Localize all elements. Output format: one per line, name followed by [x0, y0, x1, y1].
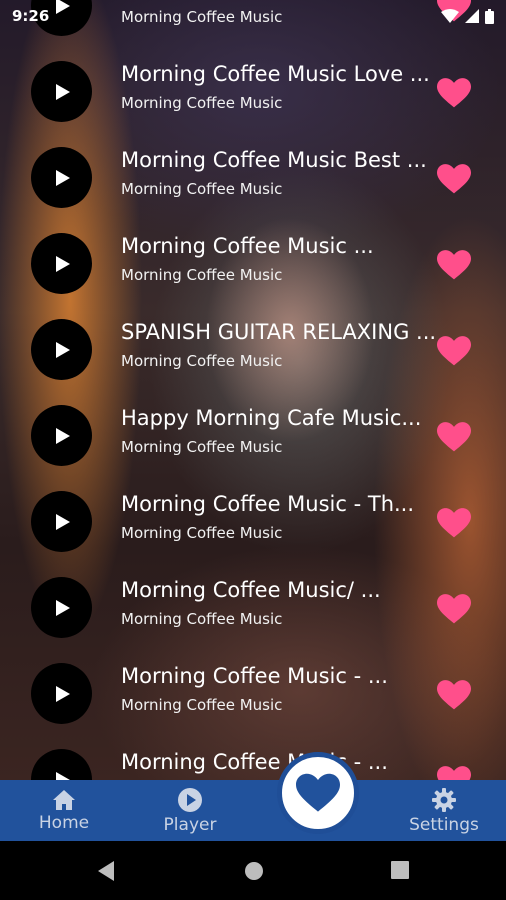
system-navigation-bar	[0, 841, 506, 900]
play-button[interactable]	[31, 491, 92, 552]
play-button[interactable]	[31, 405, 92, 466]
nav-home-label: Home	[38, 812, 90, 833]
track-title[interactable]: Morning Coffee Music Love ...	[121, 62, 437, 86]
heart-icon[interactable]	[437, 421, 471, 453]
track-row[interactable]: Happy Morning Cafe Music... Morning Coffe…	[0, 392, 506, 478]
track-title[interactable]: Morning Coffee Music - ...	[121, 664, 437, 688]
back-icon[interactable]	[96, 860, 116, 882]
heart-icon	[296, 773, 340, 812]
track-title[interactable]: Morning Coffee Music/ ...	[121, 578, 437, 602]
status-time: 9:26	[12, 7, 50, 25]
bottom-navigation: Home Player Settings	[0, 780, 506, 841]
play-button[interactable]	[31, 663, 92, 724]
nav-player[interactable]: Player	[160, 780, 220, 841]
battery-icon	[485, 8, 494, 24]
play-button[interactable]	[31, 61, 92, 122]
track-artist: Morning Coffee Music	[121, 610, 283, 628]
heart-icon[interactable]	[437, 249, 471, 281]
heart-icon[interactable]	[437, 679, 471, 711]
track-row[interactable]: Morning Coffee Music - ... Morning Coffee…	[0, 650, 506, 736]
play-icon	[56, 427, 70, 444]
wifi-icon	[441, 9, 459, 23]
play-icon	[56, 341, 70, 358]
favorites-fab-button[interactable]	[277, 752, 359, 834]
status-bar: 9:26	[0, 0, 506, 32]
heart-icon[interactable]	[437, 335, 471, 367]
track-title[interactable]: Morning Coffee Music - ...	[121, 750, 437, 774]
status-icons	[441, 8, 494, 24]
play-icon	[56, 255, 70, 272]
track-row[interactable]: Morning Coffee Music/ ... Morning Coffee …	[0, 564, 506, 650]
track-artist: Morning Coffee Music	[121, 352, 283, 370]
track-artist: Morning Coffee Music	[121, 524, 283, 542]
track-row[interactable]: Morning Coffee Music Best ... Morning Cof…	[0, 134, 506, 220]
track-artist: Morning Coffee Music	[121, 438, 283, 456]
track-row[interactable]: Morning Coffee Music - Th... Morning Coff…	[0, 478, 506, 564]
nav-home[interactable]: Home	[36, 780, 92, 841]
heart-icon[interactable]	[437, 77, 471, 109]
nav-settings-label: Settings	[409, 814, 479, 835]
play-circle-icon	[178, 787, 202, 812]
track-artist: Morning Coffee Music	[121, 94, 283, 112]
gear-icon	[432, 787, 456, 812]
play-icon	[56, 513, 70, 530]
play-icon	[56, 599, 70, 616]
play-button[interactable]	[31, 233, 92, 294]
track-row[interactable]: SPANISH GUITAR RELAXING ... Morning Coffe…	[0, 306, 506, 392]
track-artist: Morning Coffee Music	[121, 180, 283, 198]
track-title[interactable]: Morning Coffee Music ...	[121, 234, 437, 258]
track-row[interactable]: Morning Coffee Music ... Morning Coffee M…	[0, 220, 506, 306]
nav-player-label: Player	[163, 814, 217, 835]
home-circle-icon[interactable]	[243, 860, 265, 882]
nav-settings[interactable]: Settings	[404, 780, 484, 841]
heart-icon[interactable]	[437, 507, 471, 539]
track-artist: Morning Coffee Music	[121, 696, 283, 714]
track-title[interactable]: Morning Coffee Music - Th...	[121, 492, 437, 516]
play-icon	[56, 685, 70, 702]
play-button[interactable]	[31, 319, 92, 380]
heart-icon[interactable]	[437, 163, 471, 195]
track-artist: Morning Coffee Music	[121, 266, 283, 284]
play-icon	[56, 83, 70, 100]
home-icon	[53, 789, 75, 810]
play-button[interactable]	[31, 147, 92, 208]
track-title[interactable]: SPANISH GUITAR RELAXING ...	[121, 320, 437, 344]
heart-icon[interactable]	[437, 593, 471, 625]
play-icon	[56, 169, 70, 186]
track-title[interactable]: Morning Coffee Music Best ...	[121, 148, 437, 172]
track-row[interactable]: Morning Coffee Music Love ... Morning Cof…	[0, 48, 506, 134]
track-title[interactable]: Happy Morning Cafe Music...	[121, 406, 437, 430]
track-list[interactable]: Morning Coffee Music ... Morning Coffee M…	[0, 0, 506, 822]
signal-icon	[465, 9, 479, 23]
recents-icon[interactable]	[390, 860, 410, 880]
play-button[interactable]	[31, 577, 92, 638]
